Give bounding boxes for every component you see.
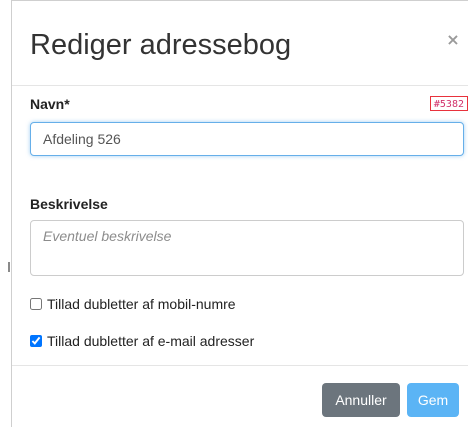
- background-edge-mark: [8, 262, 10, 272]
- dialog-footer: Annuller Gem: [12, 365, 468, 428]
- allow-duplicate-mobile-row: Tillad dubletter af mobil-numre: [30, 295, 236, 313]
- save-button[interactable]: Gem: [407, 383, 459, 417]
- allow-duplicate-email-label[interactable]: Tillad dubletter af e-mail adresser: [47, 333, 254, 349]
- allow-duplicate-email-checkbox[interactable]: [30, 335, 42, 347]
- dialog-header: Rediger adressebog ×: [12, 1, 468, 86]
- name-label: Navn*: [30, 96, 70, 112]
- record-id-badge: #5382: [429, 96, 468, 111]
- edit-addressbook-dialog: Rediger adressebog × Navn* #5382 Beskriv…: [11, 0, 468, 427]
- name-input[interactable]: [30, 122, 464, 156]
- description-input[interactable]: [30, 220, 464, 276]
- allow-duplicate-email-row: Tillad dubletter af e-mail adresser: [30, 332, 254, 350]
- cancel-button[interactable]: Annuller: [322, 383, 400, 417]
- close-icon[interactable]: ×: [444, 31, 462, 49]
- allow-duplicate-mobile-checkbox[interactable]: [30, 298, 42, 310]
- allow-duplicate-mobile-label[interactable]: Tillad dubletter af mobil-numre: [47, 296, 236, 312]
- description-label: Beskrivelse: [30, 196, 108, 212]
- dialog-title: Rediger adressebog: [30, 29, 292, 61]
